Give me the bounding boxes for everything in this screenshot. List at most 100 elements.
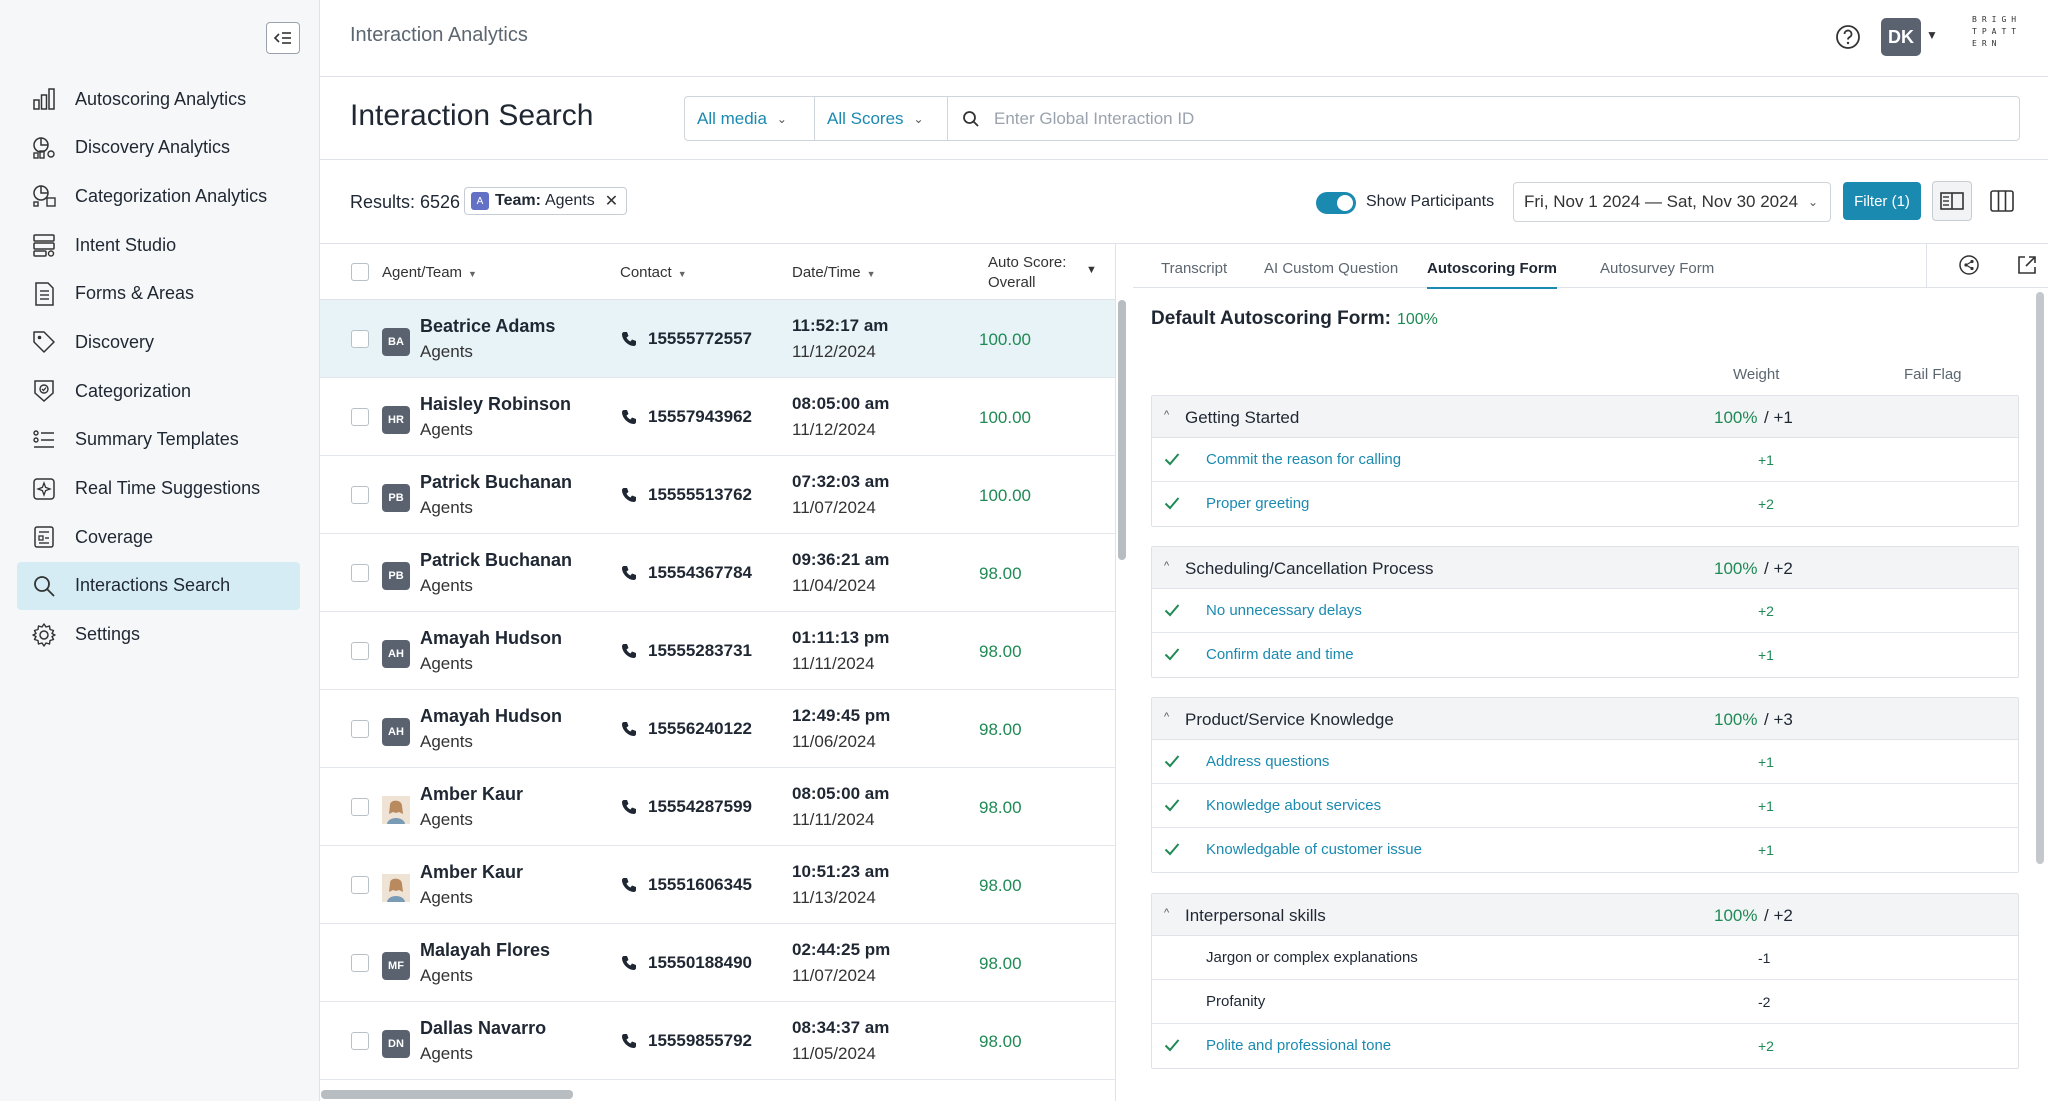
check-icon [1164,603,1180,622]
tab-autoscoring-form[interactable]: Autoscoring Form [1427,260,1557,289]
form-question[interactable]: Polite and professional tone +2 [1152,1024,2018,1068]
row-checkbox[interactable] [351,798,369,816]
table-vertical-scrollbar[interactable] [1118,300,1126,560]
section-score: 100% [1714,559,1758,578]
section-header[interactable]: ^ Product/Service Knowledge 100% / +3 [1152,698,2018,740]
sort-desc-icon[interactable]: ▼ [1086,264,1097,276]
question-text: Address questions [1206,753,1330,770]
section-header[interactable]: ^ Scheduling/Cancellation Process 100% / +2 [1152,547,2018,589]
chevron-down-icon[interactable]: ▼ [1926,28,1938,42]
form-question[interactable]: Commit the reason for calling +1 [1152,438,2018,482]
column-datetime[interactable]: Date/Time ▼ [792,264,876,281]
table-row[interactable]: PB Patrick Buchanan Agents 15554367784 09:36… [320,534,1115,612]
sidebar-item-categorization-analytics[interactable]: Categorization Analytics [17,172,300,220]
tab-ai-custom-question[interactable]: AI Custom Question [1264,260,1398,287]
form-question[interactable]: Jargon or complex explanations -1 [1152,936,2018,980]
sidebar-item-autoscoring-analytics[interactable]: Autoscoring Analytics [17,75,300,123]
form-section: ^ Interpersonal skills 100% / +2 Jargon or c… [1151,893,2019,1069]
row-checkbox[interactable] [351,1032,369,1050]
columns-view-button[interactable] [1982,181,2022,221]
auto-score: 98.00 [979,720,1022,739]
table-row[interactable]: BA Beatrice Adams Agents 15555772557 11:52:1… [320,300,1115,378]
table-row[interactable]: Amber Kaur Agents 15551606345 10:51:23 am 11… [320,846,1115,924]
sidebar-item-label: Interactions Search [75,575,231,596]
sidebar-item-intent-studio[interactable]: Intent Studio [17,221,300,269]
table-row[interactable]: DN Dallas Navarro Agents 15559855792 08:34:3… [320,1002,1115,1080]
table-row[interactable]: MF Malayah Flores Agents 15550188490 02:44:2… [320,924,1115,1002]
form-question[interactable]: Profanity -2 [1152,980,2018,1024]
select-all-checkbox[interactable] [351,263,369,281]
form-question[interactable]: Confirm date and time +1 [1152,633,2018,677]
split-view-icon [1940,192,1964,210]
section-header[interactable]: ^ Getting Started 100% / +1 [1152,396,2018,438]
date-range-picker[interactable]: Fri, Nov 1 2024 — Sat, Nov 30 2024 ⌄ [1513,182,1831,222]
share-icon[interactable] [1958,254,1980,276]
interactions-table: Agent/Team ▼ Contact ▼ Date/Time ▼ Auto Sco… [320,244,1116,1101]
question-text: Knowledge about services [1206,797,1382,814]
sort-icon: ▼ [677,269,687,279]
row-checkbox[interactable] [351,564,369,582]
column-contact[interactable]: Contact ▼ [620,264,687,281]
user-avatar[interactable]: DK [1881,18,1921,56]
help-icon[interactable] [1834,23,1862,51]
form-question[interactable]: Knowledgable of customer issue +1 [1152,828,2018,872]
collapse-sidebar-button[interactable] [266,22,300,54]
table-row[interactable]: AH Amayah Hudson Agents 15556240122 12:49:45… [320,690,1115,768]
row-checkbox[interactable] [351,642,369,660]
form-question[interactable]: Address questions +1 [1152,740,2018,784]
row-checkbox[interactable] [351,954,369,972]
sidebar-item-real-time-suggestions[interactable]: Real Time Suggestions [17,465,300,513]
score-filter-dropdown[interactable]: All Scores ⌄ [815,97,948,140]
interaction-time: 07:32:03 am [792,472,890,491]
row-checkbox[interactable] [351,486,369,504]
sidebar-item-settings[interactable]: Settings [17,611,300,659]
table-body: BA Beatrice Adams Agents 15555772557 11:52:1… [320,300,1115,1080]
sidebar-item-discovery-analytics[interactable]: Discovery Analytics [17,124,300,172]
table-row[interactable]: HR Haisley Robinson Agents 15557943962 08:05… [320,378,1115,456]
row-checkbox[interactable] [351,876,369,894]
split-view-button[interactable] [1932,181,1972,221]
sidebar-item-summary-templates[interactable]: Summary Templates [17,416,300,464]
form-question[interactable]: No unnecessary delays +2 [1152,589,2018,633]
panel-vertical-scrollbar[interactable] [2036,292,2044,864]
table-row[interactable]: AH Amayah Hudson Agents 15555283731 01:11:13… [320,612,1115,690]
open-external-icon[interactable] [2016,254,2038,276]
table-row[interactable]: Amber Kaur Agents 15554287599 08:05:00 am 11… [320,768,1115,846]
phone-icon [620,720,638,743]
tab-autosurvey-form[interactable]: Autosurvey Form [1600,260,1714,287]
avatar [382,796,410,824]
sidebar-item-interactions-search[interactable]: Interactions Search [17,561,300,610]
results-count: Results: 6526 [350,192,461,212]
show-participants-toggle[interactable] [1316,192,1356,214]
intent-icon [31,232,57,258]
phone-icon [620,408,638,431]
section-header[interactable]: ^ Interpersonal skills 100% / +2 [1152,894,2018,936]
sidebar-item-forms-areas[interactable]: Forms & Areas [17,270,300,318]
global-interaction-id-input[interactable] [994,108,1894,129]
row-checkbox[interactable] [351,408,369,426]
tab-transcript[interactable]: Transcript [1161,260,1227,287]
filter-button[interactable]: Filter (1) [1843,182,1921,220]
summary-icon [31,427,57,453]
row-checkbox[interactable] [351,330,369,348]
contact-phone: 15555283731 [648,641,753,660]
column-auto-score[interactable]: Auto Score: Overall [988,253,1066,293]
table-row[interactable]: PB Patrick Buchanan Agents 15555513762 07:32… [320,456,1115,534]
sidebar-item-categorization[interactable]: Categorization [17,367,300,415]
question-weight: +1 [1758,842,1774,858]
row-checkbox[interactable] [351,720,369,738]
close-icon[interactable]: ✕ [605,191,618,211]
sidebar-item-discovery[interactable]: Discovery [17,318,300,366]
column-agent-team[interactable]: Agent/Team ▼ [382,264,477,281]
form-question[interactable]: Proper greeting +2 [1152,482,2018,526]
form-question[interactable]: Knowledge about services +1 [1152,784,2018,828]
question-text: Knowledgable of customer issue [1206,841,1422,858]
question-weight: +1 [1758,647,1774,663]
contact-phone: 15557943962 [648,407,753,426]
sidebar-item-coverage[interactable]: Coverage [17,513,300,561]
section-name: Getting Started [1185,408,1300,427]
media-filter-dropdown[interactable]: All media ⌄ [685,97,815,140]
agent-name: Malayah Flores [420,940,551,960]
agent-team: Agents [420,654,473,673]
table-horizontal-scrollbar[interactable] [321,1090,573,1099]
